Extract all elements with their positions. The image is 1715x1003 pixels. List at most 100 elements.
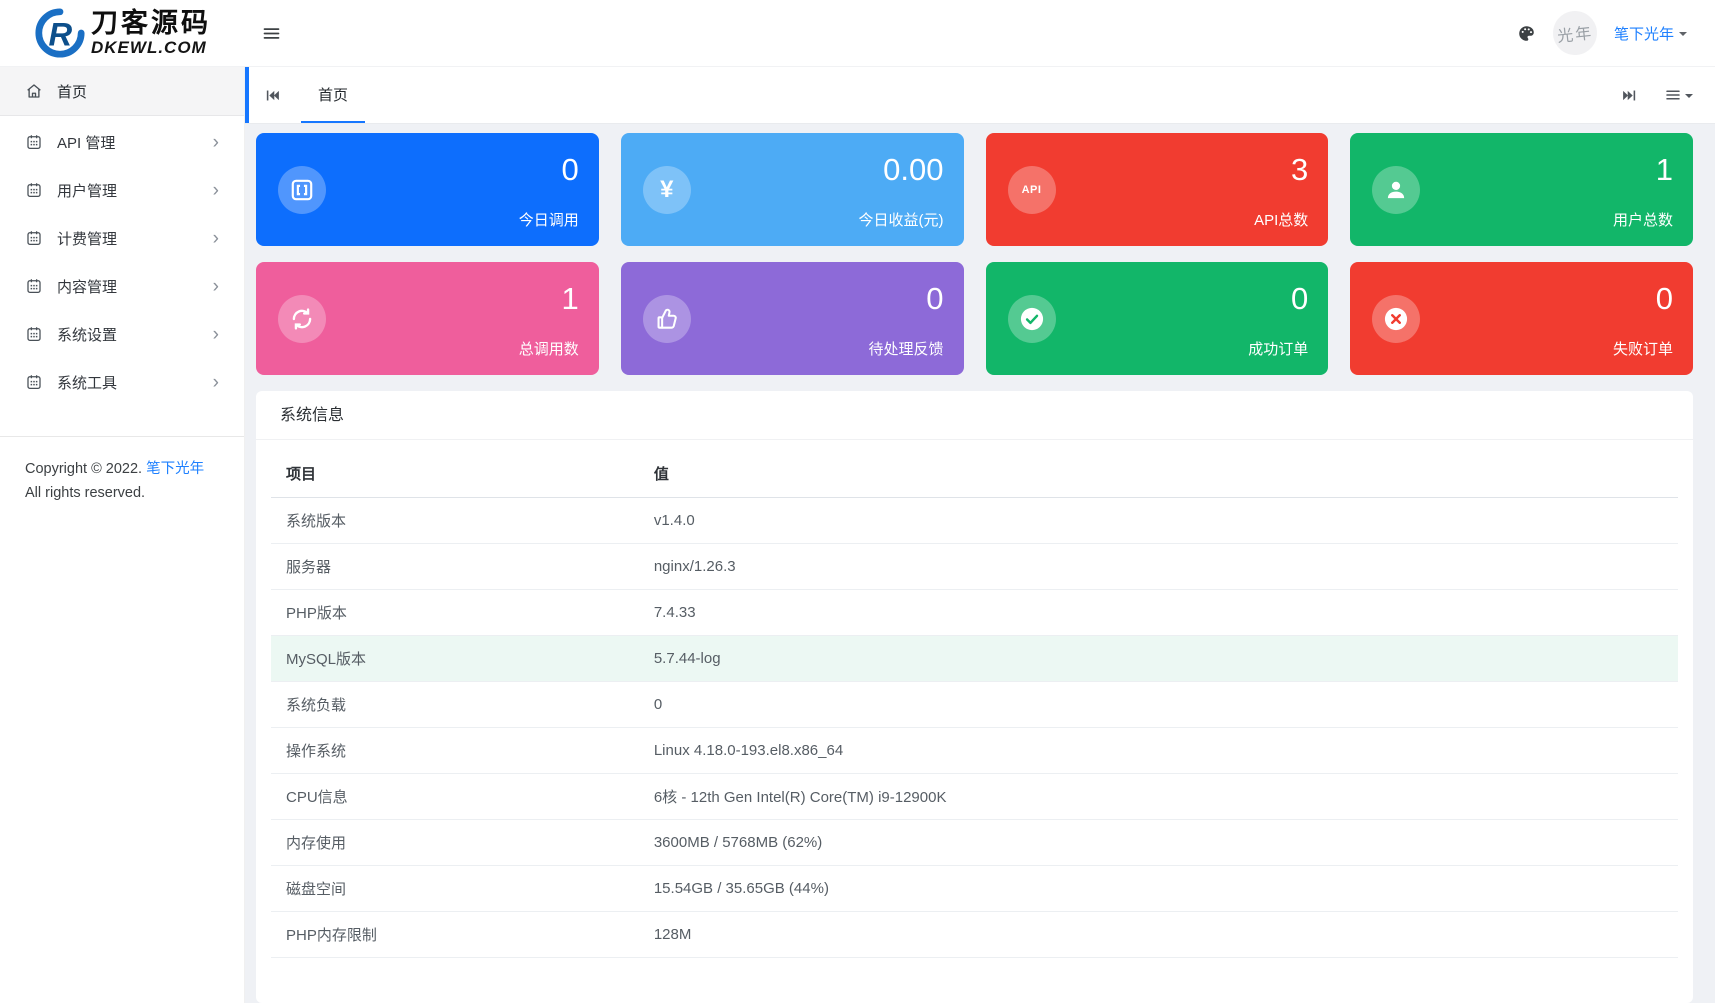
table-row: PHP内存限制 128M <box>271 912 1678 958</box>
sidebar-item[interactable]: 系统工具 › <box>0 358 244 406</box>
refresh-icon <box>278 295 326 343</box>
copyright-suffix: All rights reserved. <box>25 485 145 501</box>
calendar-icon <box>25 133 43 151</box>
stat-value: 3 <box>1291 152 1308 188</box>
value-cell: 15.54GB / 35.65GB (44%) <box>644 866 1678 912</box>
brand-domain: DKEWL.COM <box>91 39 211 56</box>
stat-label: 失败订单 <box>1613 338 1673 359</box>
stat-card: 0 今日调用 <box>256 133 599 246</box>
value-cell: 128M <box>644 912 1678 958</box>
sidebar-item-label: 系统设置 <box>57 324 117 345</box>
chevron-down-icon <box>1679 32 1687 40</box>
table-row: 服务器 nginx/1.26.3 <box>271 544 1678 590</box>
username: 笔下光年 <box>1614 23 1674 44</box>
calendar-icon <box>25 373 43 391</box>
api-text-icon: API <box>1008 166 1056 214</box>
tabs-scroll-left-icon[interactable] <box>249 87 289 104</box>
svg-text:R: R <box>48 16 72 53</box>
tabs-scroll-right-icon[interactable] <box>1621 87 1638 104</box>
person-icon <box>1372 166 1420 214</box>
sidebar-item[interactable]: 用户管理 › <box>0 166 244 214</box>
value-cell: nginx/1.26.3 <box>644 544 1678 590</box>
stat-label: 总调用数 <box>519 338 579 359</box>
value-cell: 6核 - 12th Gen Intel(R) Core(TM) i9-12900… <box>644 774 1678 820</box>
item-cell: CPU信息 <box>271 774 644 820</box>
stat-label: 今日调用 <box>519 209 579 230</box>
calendar-icon <box>25 181 43 199</box>
tabs-options-menu[interactable] <box>1664 86 1693 104</box>
stat-card: 0 待处理反馈 <box>621 262 964 375</box>
content: 0 今日调用 ¥ 0.00 今日收益(元) API 3 <box>245 124 1715 1003</box>
stat-label: API总数 <box>1254 209 1308 230</box>
sidebar-item-home[interactable]: 首页 <box>0 67 244 116</box>
copyright-link[interactable]: 笔下光年 <box>146 461 204 477</box>
stat-value: 0 <box>562 152 579 188</box>
sidebar-item-label: 内容管理 <box>57 276 117 297</box>
tab-label: 首页 <box>318 84 348 105</box>
value-cell: v1.4.0 <box>644 498 1678 544</box>
panel-title: 系统信息 <box>256 391 1693 440</box>
chevron-down-icon <box>1685 94 1693 102</box>
user-menu[interactable]: 笔下光年 <box>1614 23 1687 44</box>
tab-home[interactable]: 首页 <box>301 67 365 123</box>
stat-value: 1 <box>562 281 579 317</box>
stat-card: 0 成功订单 <box>986 262 1329 375</box>
main-area: 首页 <box>245 67 1715 1003</box>
x-circle-icon <box>1372 295 1420 343</box>
chevron-right-icon: › <box>213 277 219 296</box>
value-cell: 0 <box>644 682 1678 728</box>
stat-card: 0 失败订单 <box>1350 262 1693 375</box>
value-cell: Linux 4.18.0-193.el8.x86_64 <box>644 728 1678 774</box>
value-cell: 3600MB / 5768MB (62%) <box>644 820 1678 866</box>
table-row: 系统负载 0 <box>271 682 1678 728</box>
admin-app: R 刀客源码 DKEWL.COM 光年 笔下光年 <box>0 0 1715 1003</box>
calendar-icon <box>25 277 43 295</box>
sidebar-item[interactable]: API 管理 › <box>0 118 244 166</box>
stat-label: 今日收益(元) <box>859 209 944 230</box>
chevron-right-icon: › <box>213 229 219 248</box>
copyright: Copyright © 2022. 笔下光年 All rights reserv… <box>0 436 244 525</box>
table-header-row: 项目 值 <box>271 450 1678 498</box>
chevron-right-icon: › <box>213 181 219 200</box>
item-cell: 系统版本 <box>271 498 644 544</box>
brand-logo[interactable]: R 刀客源码 DKEWL.COM <box>0 0 245 66</box>
tab-bar: 首页 <box>245 67 1715 124</box>
top-bar: R 刀客源码 DKEWL.COM 光年 笔下光年 <box>0 0 1715 67</box>
sidebar-item-label: API 管理 <box>57 132 115 153</box>
sidebar-item-label: 用户管理 <box>57 180 117 201</box>
sidebar: 首页 API 管理 › <box>0 67 245 1003</box>
item-cell: PHP版本 <box>271 590 644 636</box>
table-row: PHP版本 7.4.33 <box>271 590 1678 636</box>
item-cell: PHP内存限制 <box>271 912 644 958</box>
chevron-right-icon: › <box>213 133 219 152</box>
stat-card: 1 总调用数 <box>256 262 599 375</box>
stat-value: 0 <box>1656 281 1673 317</box>
item-cell: 系统负载 <box>271 682 644 728</box>
brand-name: 刀客源码 <box>91 10 211 37</box>
stat-value: 0 <box>926 281 943 317</box>
item-cell: 操作系统 <box>271 728 644 774</box>
topbar-actions: 光年 笔下光年 <box>1517 11 1715 55</box>
calendar-icon <box>25 229 43 247</box>
stat-card: API 3 API总数 <box>986 133 1329 246</box>
stat-card: ¥ 0.00 今日收益(元) <box>621 133 964 246</box>
api-brackets-icon <box>278 166 326 214</box>
stat-label: 成功订单 <box>1248 338 1308 359</box>
sidebar-item[interactable]: 计费管理 › <box>0 214 244 262</box>
sidebar-item-label: 首页 <box>57 81 87 102</box>
yen-icon: ¥ <box>643 166 691 214</box>
stat-card: 1 用户总数 <box>1350 133 1693 246</box>
theme-palette-icon[interactable] <box>1517 24 1536 43</box>
column-header-value: 值 <box>644 450 1678 498</box>
sidebar-menu: API 管理 › 用户管理 › <box>0 116 244 406</box>
stat-label: 用户总数 <box>1613 209 1673 230</box>
item-cell: 磁盘空间 <box>271 866 644 912</box>
sidebar-item[interactable]: 内容管理 › <box>0 262 244 310</box>
table-row: 操作系统 Linux 4.18.0-193.el8.x86_64 <box>271 728 1678 774</box>
table-row: MySQL版本 5.7.44-log <box>271 636 1678 682</box>
item-cell: MySQL版本 <box>271 636 644 682</box>
user-avatar[interactable]: 光年 <box>1551 9 1599 57</box>
sidebar-item[interactable]: 系统设置 › <box>0 310 244 358</box>
stat-value: 1 <box>1656 152 1673 188</box>
sidebar-toggle-icon[interactable] <box>261 23 282 44</box>
